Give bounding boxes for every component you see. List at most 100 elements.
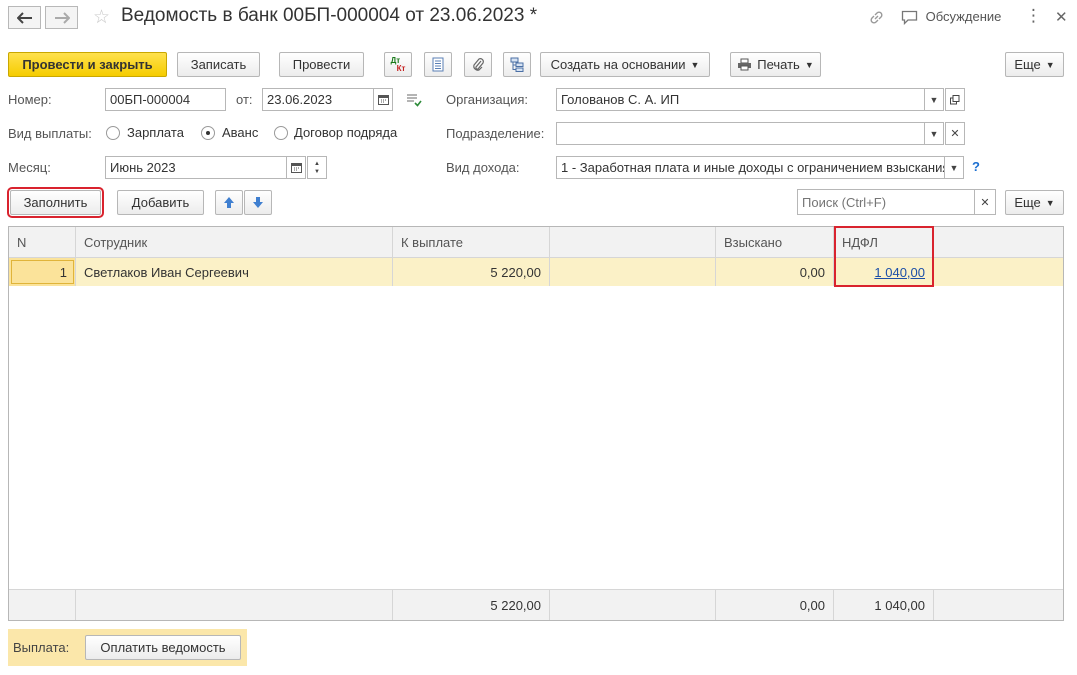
pay-option-advance-label[interactable]: Аванс (222, 125, 258, 140)
close-icon[interactable]: ✕ (1055, 8, 1068, 26)
table-more-button[interactable]: Еще ▼ (1005, 190, 1064, 215)
add-button[interactable]: Добавить (117, 190, 204, 215)
discussion-label: Обсуждение (925, 9, 1002, 24)
dt-kt-button[interactable]: Дт Кт (384, 52, 412, 77)
paperclip-icon (473, 58, 484, 71)
window-title: Ведомость в банк 00БП-000004 от 23.06.20… (121, 5, 538, 26)
row-employee[interactable]: Светлаков Иван Сергеевич (76, 258, 393, 286)
caret-down-icon: ▼ (929, 94, 939, 105)
help-icon[interactable]: ? (972, 159, 980, 174)
fill-button[interactable]: Заполнить (7, 187, 104, 218)
arrow-up-icon (224, 197, 234, 208)
organization-open-button[interactable] (945, 88, 965, 111)
dt-kt-icon: Дт Кт (391, 56, 406, 73)
caret-down-icon: ▼ (1045, 59, 1055, 70)
table-more-label: Еще (1014, 195, 1041, 210)
structure-button[interactable] (503, 52, 531, 77)
back-button[interactable] (8, 6, 41, 29)
department-dropdown-button[interactable]: ▼ (924, 122, 944, 145)
payment-panel: Выплата: Оплатить ведомость (8, 629, 247, 666)
column-header-filler (934, 227, 1063, 257)
clear-icon: ✕ (950, 128, 960, 140)
search-input[interactable] (797, 189, 975, 215)
document-list-icon (432, 57, 444, 72)
calendar-button[interactable] (373, 88, 393, 111)
spin-down-icon[interactable]: ▼ (314, 168, 320, 176)
forward-button[interactable] (45, 6, 78, 29)
caret-down-icon: ▼ (690, 59, 700, 70)
footer-empty (76, 590, 393, 620)
discussion-button[interactable]: Обсуждение (901, 9, 1002, 26)
column-header-employee[interactable]: Сотрудник (76, 227, 393, 257)
chat-icon (901, 10, 918, 26)
row-withheld[interactable]: 0,00 (716, 258, 834, 286)
hierarchy-icon (510, 57, 523, 72)
table-footer: 5 220,00 0,00 1 040,00 (9, 589, 1063, 620)
history-list-icon[interactable] (406, 93, 422, 107)
star-icon[interactable]: ☆ (93, 6, 110, 29)
more-button[interactable]: Еще ▼ (1005, 52, 1064, 77)
total-ndfl: 1 040,00 (834, 590, 934, 620)
department-field[interactable] (556, 122, 926, 145)
caret-down-icon: ▼ (929, 128, 939, 139)
pay-option-contract-radio[interactable] (274, 126, 288, 140)
calendar-icon (290, 163, 302, 173)
pay-option-contract-label[interactable]: Договор подряда (294, 125, 397, 140)
row-filler (934, 258, 1063, 286)
row-extra[interactable] (550, 258, 716, 286)
spin-up-icon[interactable]: ▲ (314, 160, 320, 168)
column-header-empty[interactable] (550, 227, 716, 257)
more-menu-icon[interactable]: ⋮ (1025, 6, 1042, 26)
search-clear-button[interactable]: ✕ (974, 189, 996, 215)
journal-button[interactable] (424, 52, 452, 77)
department-label: Подразделение: (446, 126, 545, 141)
arrow-right-icon (54, 11, 70, 24)
number-label: Номер: (8, 92, 52, 107)
pay-type-label: Вид выплаты: (8, 126, 92, 141)
payment-label: Выплата: (13, 640, 70, 655)
column-header-n[interactable]: N (9, 227, 76, 257)
month-calendar-button[interactable] (286, 156, 306, 179)
caret-down-icon: ▼ (804, 59, 814, 70)
create-based-on-label: Создать на основании (550, 57, 686, 72)
print-button[interactable]: Печать ▼ (730, 52, 821, 77)
column-header-withheld[interactable]: Взыскано (716, 227, 834, 257)
post-button[interactable]: Провести (279, 52, 364, 77)
row-to-pay[interactable]: 5 220,00 (393, 258, 550, 286)
ndfl-highlight-frame (834, 226, 934, 287)
printer-icon (738, 58, 752, 71)
date-field[interactable]: 23.06.2023 (262, 88, 375, 111)
month-label: Месяц: (8, 160, 51, 175)
create-based-on-button[interactable]: Создать на основании ▼ (540, 52, 710, 77)
link-icon[interactable] (868, 9, 885, 26)
month-spinner[interactable]: ▲ ▼ (307, 156, 327, 179)
kt-label: Кт (396, 63, 406, 73)
month-field[interactable]: Июнь 2023 (105, 156, 288, 179)
open-icon (950, 94, 960, 104)
arrow-down-icon (253, 197, 263, 208)
number-field[interactable]: 00БП-000004 (105, 88, 226, 111)
move-down-button[interactable] (244, 190, 272, 215)
pay-option-salary-label[interactable]: Зарплата (127, 125, 184, 140)
pay-statement-button[interactable]: Оплатить ведомость (85, 635, 241, 660)
income-type-dropdown-button[interactable]: ▼ (944, 156, 964, 179)
footer-filler (934, 590, 1063, 620)
organization-field[interactable]: Голованов С. А. ИП (556, 88, 926, 111)
caret-down-icon: ▼ (1045, 197, 1055, 208)
department-clear-button[interactable]: ✕ (945, 122, 965, 145)
attach-button[interactable] (464, 52, 492, 77)
pay-option-advance-radio[interactable] (201, 126, 215, 140)
income-type-field[interactable]: 1 - Заработная плата и иные доходы с огр… (556, 156, 946, 179)
pay-option-salary-radio[interactable] (106, 126, 120, 140)
move-up-button[interactable] (215, 190, 243, 215)
post-and-close-button[interactable]: Провести и закрыть (8, 52, 167, 77)
column-header-to-pay[interactable]: К выплате (393, 227, 550, 257)
organization-dropdown-button[interactable]: ▼ (924, 88, 944, 111)
total-withheld: 0,00 (716, 590, 834, 620)
total-to-pay: 5 220,00 (393, 590, 550, 620)
row-number[interactable]: 1 (9, 258, 76, 286)
footer-empty (550, 590, 716, 620)
organization-label: Организация: (446, 92, 529, 107)
save-button[interactable]: Записать (177, 52, 260, 77)
print-label: Печать (757, 57, 800, 72)
